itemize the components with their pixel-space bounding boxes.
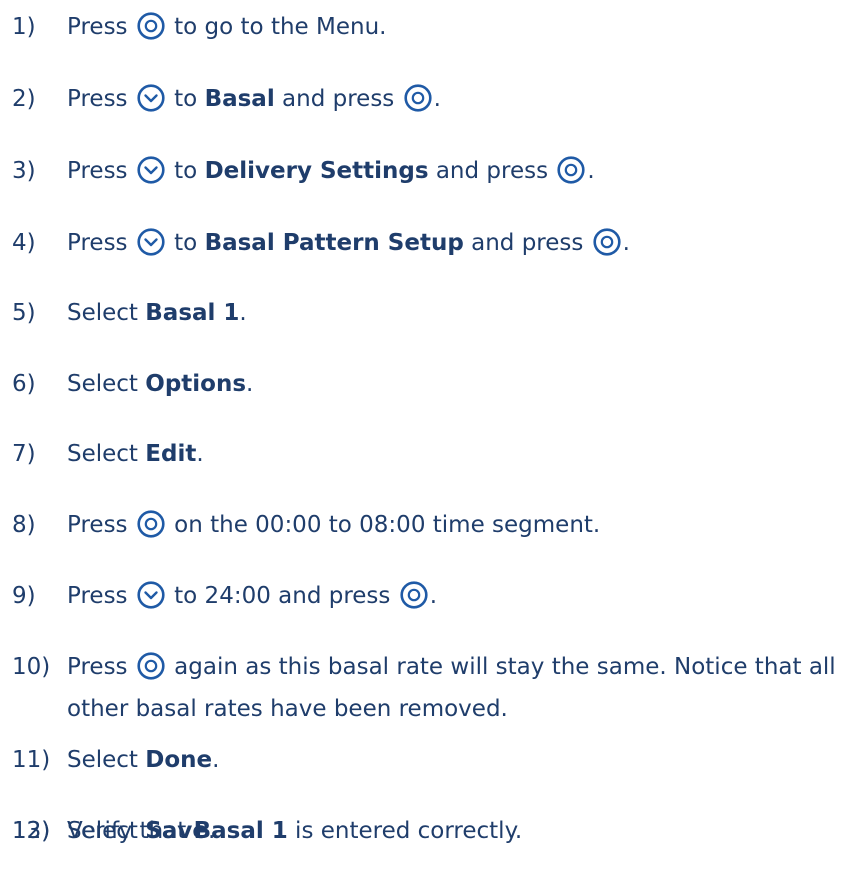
step-phrase: . <box>622 230 630 256</box>
step-number: 10) <box>12 654 51 680</box>
step-number: 3) <box>12 158 36 184</box>
step-text: Press to Basal Pattern Setup and press . <box>67 222 630 264</box>
select-button-icon <box>557 155 586 184</box>
step-phrase: Press <box>67 512 135 538</box>
step-phrase: . <box>239 300 247 326</box>
select-button-icon <box>137 509 165 538</box>
select-button-icon <box>593 227 621 256</box>
down-button-icon <box>137 580 165 609</box>
step-phrase: Press <box>67 158 135 184</box>
step-phrase: and press <box>274 86 402 112</box>
select-button-icon <box>403 83 432 112</box>
select-button-icon <box>137 651 165 680</box>
step-phrase: to <box>166 230 205 256</box>
step-text: Press to Basal and press . <box>67 78 441 120</box>
step-phrase: to <box>166 158 205 184</box>
instruction-list: 1) Press to go to the Menu. 2) Press to Bas… <box>0 0 861 875</box>
step-phrase: . <box>587 158 595 184</box>
step-phrase: Select <box>67 300 146 326</box>
step-text: Select Basal 1. <box>67 292 247 334</box>
step-text: Press to 24:00 and press . <box>67 575 437 617</box>
step-phrase: Press <box>67 583 135 609</box>
step-phrase: on the 00:00 to 08:00 time segment. <box>166 512 601 538</box>
step-number: 6) <box>12 371 36 397</box>
step-text: Select Options. <box>67 363 253 405</box>
step-number: 5) <box>12 300 36 326</box>
step-term: Edit <box>145 441 197 467</box>
step-phrase: to 24:00 and press <box>166 583 398 609</box>
step-phrase: Select <box>67 371 146 397</box>
step-phrase: Select <box>67 441 146 467</box>
step-term: Basal <box>204 86 275 112</box>
step-text: Press to Delivery Settings and press . <box>67 150 595 192</box>
step-term: Done <box>145 747 213 773</box>
step-term: Basal Pattern Setup <box>204 230 464 256</box>
step-phrase: . <box>196 441 204 467</box>
down-button-icon <box>137 227 165 256</box>
step-phrase: . <box>433 86 441 112</box>
step-phrase: . <box>207 818 216 844</box>
step-number: 2) <box>12 86 36 112</box>
select-button-icon <box>137 11 165 40</box>
step-text: Select Done. <box>67 739 219 781</box>
step-number: 11) <box>12 747 51 773</box>
step-phrase: is entered correctly. <box>287 818 523 844</box>
step-phrase: and press <box>463 230 591 256</box>
down-button-icon <box>137 155 165 184</box>
step-phrase: Select <box>67 818 146 844</box>
step-phrase: Press <box>67 14 135 40</box>
step-text: Press again as this basal rate will stay… <box>67 646 857 730</box>
step-number: 4) <box>12 230 36 256</box>
step-term: Options <box>145 371 247 397</box>
step-text: Select Save. <box>67 810 215 852</box>
select-button-icon <box>400 580 428 609</box>
step-phrase: Press <box>67 86 135 112</box>
step-phrase: Select <box>67 747 146 773</box>
step-text: Select Edit. <box>67 433 204 475</box>
step-number: 7) <box>12 441 36 467</box>
step-text: Press on the 00:00 to 08:00 time segment… <box>67 504 600 546</box>
step-phrase: . <box>429 583 438 609</box>
step-term: Save <box>145 818 208 844</box>
step-term: Basal 1 <box>145 300 240 326</box>
step-phrase: to go to the Menu. <box>166 14 387 40</box>
step-number: 8) <box>12 512 36 538</box>
step-phrase: . <box>212 747 220 773</box>
step-text: Press to go to the Menu. <box>67 6 386 48</box>
step-phrase: again as this basal rate will stay the s… <box>67 654 836 722</box>
step-phrase: Press <box>67 230 135 256</box>
step-number: 9) <box>12 583 36 609</box>
step-phrase: and press <box>428 158 556 184</box>
step-phrase: to <box>166 86 205 112</box>
down-button-icon <box>137 83 165 112</box>
step-phrase: Press <box>67 654 135 680</box>
step-term: Delivery Settings <box>204 158 429 184</box>
step-number: 13) <box>12 818 51 844</box>
step-number: 1) <box>12 14 36 40</box>
step-phrase: . <box>246 371 254 397</box>
